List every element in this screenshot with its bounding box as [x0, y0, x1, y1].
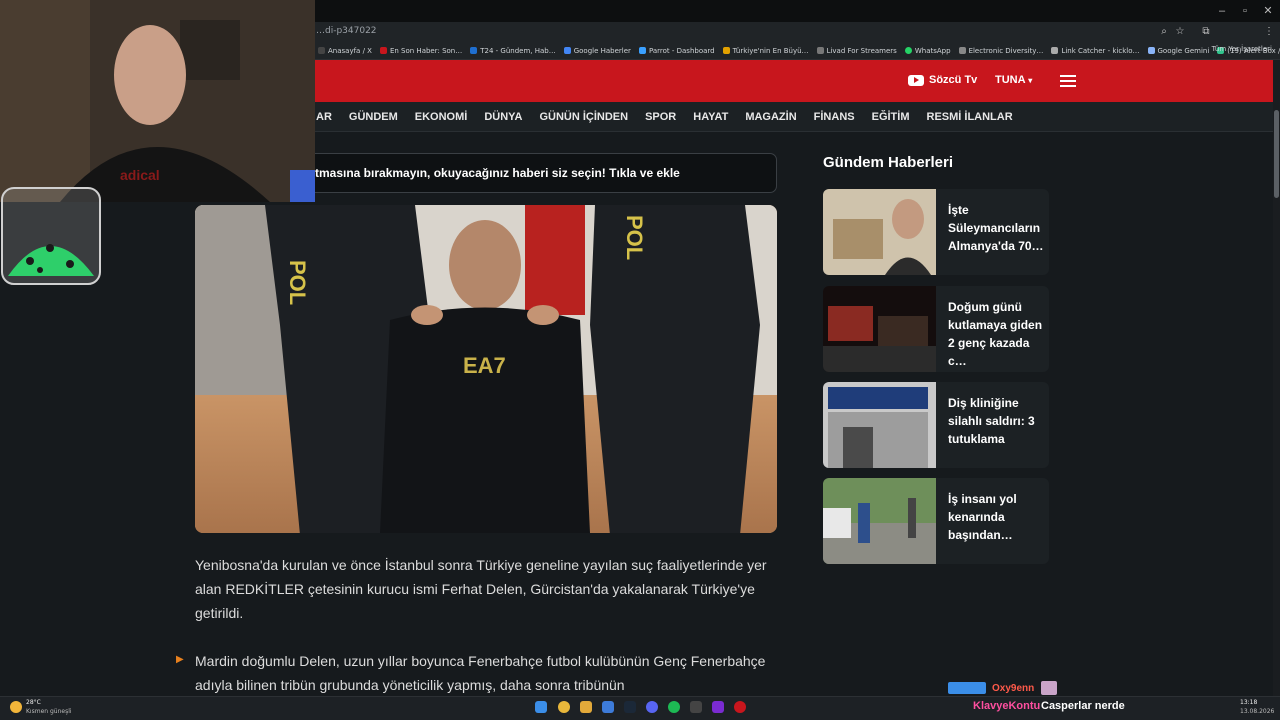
minimize-button[interactable]: – [1212, 3, 1232, 19]
bookmark-item[interactable]: Link Catcher - kicklo… [1051, 47, 1140, 55]
all-bookmarks-folder[interactable]: Tüm Yer İşaretleri [1212, 45, 1272, 53]
shirt-logo-text: EA7 [463, 353, 506, 378]
bookmark-item[interactable]: En Son Haber: Son… [379, 47, 462, 55]
extensions-icon[interactable]: ⧉ [1199, 25, 1213, 39]
nav-item-dunya[interactable]: DÜNYA [484, 111, 522, 123]
nav-item-gunun-icinden[interactable]: GÜNÜN İÇİNDEN [539, 111, 628, 123]
news-card-title: İşte Süleymancıların Almanya'da 70… [948, 203, 1044, 253]
bookmark-favicon-icon [379, 47, 387, 54]
news-card-title: İş insanı yol kenarında başından… [948, 492, 1017, 542]
chat-emote-icon [1041, 681, 1057, 695]
chat-username: Oxy9enn [992, 683, 1035, 694]
clock-date[interactable]: 13.08.2026 [1240, 708, 1274, 715]
sozcu-tv-link[interactable]: Sözcü Tv [908, 74, 977, 86]
news-thumbnail [823, 478, 936, 564]
news-card[interactable]: Doğum günü kutlamaya giden 2 genç kazada… [823, 286, 1049, 372]
nav-item-magazin[interactable]: MAGAZİN [745, 111, 796, 123]
bookmark-item[interactable]: Livad For Streamers [816, 47, 897, 55]
article-paragraph: Yenibosna'da kurulan ve önce İstanbul so… [195, 557, 767, 621]
whatsapp-icon [904, 47, 912, 54]
bookmark-favicon-icon [318, 47, 325, 54]
google-news-banner[interactable]: tmasına bırakmayın, okuyacağınız haberi … [300, 153, 777, 193]
bookmark-item[interactable]: WhatsApp [904, 47, 951, 55]
news-thumbnail [823, 382, 936, 468]
url-text[interactable]: …di-p347022 [316, 26, 377, 36]
bookmark-favicon-icon [722, 47, 730, 54]
chat-message: Casperlar nerde [1041, 700, 1125, 712]
nav-item-ekonomi[interactable]: EKONOMİ [415, 111, 468, 123]
news-card[interactable]: İşte Süleymancıların Almanya'da 70… [823, 189, 1049, 275]
hamburger-menu-icon[interactable] [1060, 75, 1076, 87]
maximize-button[interactable]: ▫ [1235, 3, 1255, 19]
address-bar[interactable] [310, 22, 1280, 42]
discord-icon[interactable] [646, 701, 658, 713]
nav-item-resmi-ilanlar[interactable]: RESMİ İLANLAR [927, 111, 1013, 123]
browser-menu-icon[interactable]: ⋮ [1262, 25, 1276, 39]
bookmark-item[interactable]: T24 - Gündem, Hab… [470, 47, 556, 55]
svg-text:adical: adical [120, 167, 160, 183]
nav-item-hayat[interactable]: HAYAT [693, 111, 728, 123]
news-thumbnail [823, 286, 936, 372]
bookmark-favicon-icon [1051, 47, 1059, 54]
weather-temperature[interactable]: 28°C [26, 699, 41, 706]
news-card[interactable]: Diş kliniğine silahlı saldırı: 3 tutukla… [823, 382, 1049, 468]
vest-text: POL [285, 260, 310, 305]
news-thumbnail [823, 189, 936, 275]
news-card-title: Diş kliniğine silahlı saldırı: 3 tutukla… [948, 396, 1035, 446]
clock-time[interactable]: 13:18 [1240, 699, 1257, 706]
zoom-icon[interactable]: ⌕ [1157, 25, 1171, 39]
article-bullet: Mardin doğumlu Delen, uzun yıllar boyunc… [195, 653, 766, 693]
sidebar-title: Gündem Haberleri [823, 154, 954, 171]
nav-item-gundem[interactable]: GÜNDEM [349, 111, 398, 123]
nav-item[interactable]: AR [316, 111, 332, 123]
bookmark-item[interactable]: Electronic Diversity… [958, 47, 1043, 55]
bookmark-favicon-icon [638, 47, 646, 54]
bookmark-favicon-icon [958, 47, 966, 54]
bookmark-item[interactable]: Parrot - Dashboard [638, 47, 715, 55]
bookmark-item[interactable]: Google Gemini [1147, 47, 1209, 55]
chevron-down-icon: ▾ [1028, 76, 1033, 85]
bookmark-item[interactable]: Google Haberler [563, 47, 631, 55]
article-hero-image: POL POL EA7 [195, 205, 777, 533]
bookmark-favicon-icon [816, 47, 824, 54]
bookmark-favicon-icon [470, 47, 478, 54]
scrollbar-thumb[interactable] [1274, 110, 1279, 198]
streamer-webcam: adical [0, 0, 315, 202]
gemini-icon [1147, 47, 1155, 54]
obs-icon[interactable] [734, 701, 746, 713]
nav-item-spor[interactable]: SPOR [645, 111, 676, 123]
app-icon[interactable] [712, 701, 724, 713]
weather-description[interactable]: Kısmen güneşli [26, 708, 72, 715]
bookmark-favicon-icon [563, 47, 571, 54]
chat-badge-icon [948, 682, 986, 694]
chat-username: KlavyeKontu [973, 700, 1041, 712]
bookmark-star-icon[interactable]: ☆ [1173, 25, 1187, 39]
news-card-title: Doğum günü kutlamaya giden 2 genç kazada… [948, 300, 1043, 368]
bookmarks-bar: Anasayfa / X En Son Haber: Son… T24 - Gü… [310, 42, 1280, 60]
nav-item-finans[interactable]: FİNANS [814, 111, 855, 123]
file-explorer-icon[interactable] [580, 701, 592, 713]
start-icon[interactable] [535, 701, 547, 713]
app-icon[interactable] [602, 701, 614, 713]
news-card[interactable]: İş insanı yol kenarında başından… [823, 478, 1049, 564]
close-window-button[interactable]: ✕ [1258, 3, 1278, 19]
bookmark-item[interactable]: Türkiye'nin En Büyü… [722, 47, 809, 55]
main-nav: AR GÜNDEM EKONOMİ DÜNYA GÜNÜN İÇİNDEN SP… [310, 102, 1273, 132]
site-header [310, 60, 1273, 102]
steam-icon[interactable] [624, 701, 636, 713]
youtube-icon [908, 74, 924, 86]
app-icon[interactable] [690, 701, 702, 713]
chrome-icon[interactable] [558, 701, 570, 713]
bullet-arrow-icon: ▶ [176, 654, 184, 665]
bookmark-item[interactable]: Anasayfa / X [318, 47, 372, 55]
spotify-icon[interactable] [668, 701, 680, 713]
weather-icon[interactable] [10, 701, 22, 713]
donation-jar-widget [0, 186, 102, 286]
user-menu[interactable]: TUNA ▾ [995, 74, 1032, 86]
nav-item-egitim[interactable]: EĞİTİM [872, 111, 910, 123]
vest-text-right: POL [622, 215, 647, 260]
